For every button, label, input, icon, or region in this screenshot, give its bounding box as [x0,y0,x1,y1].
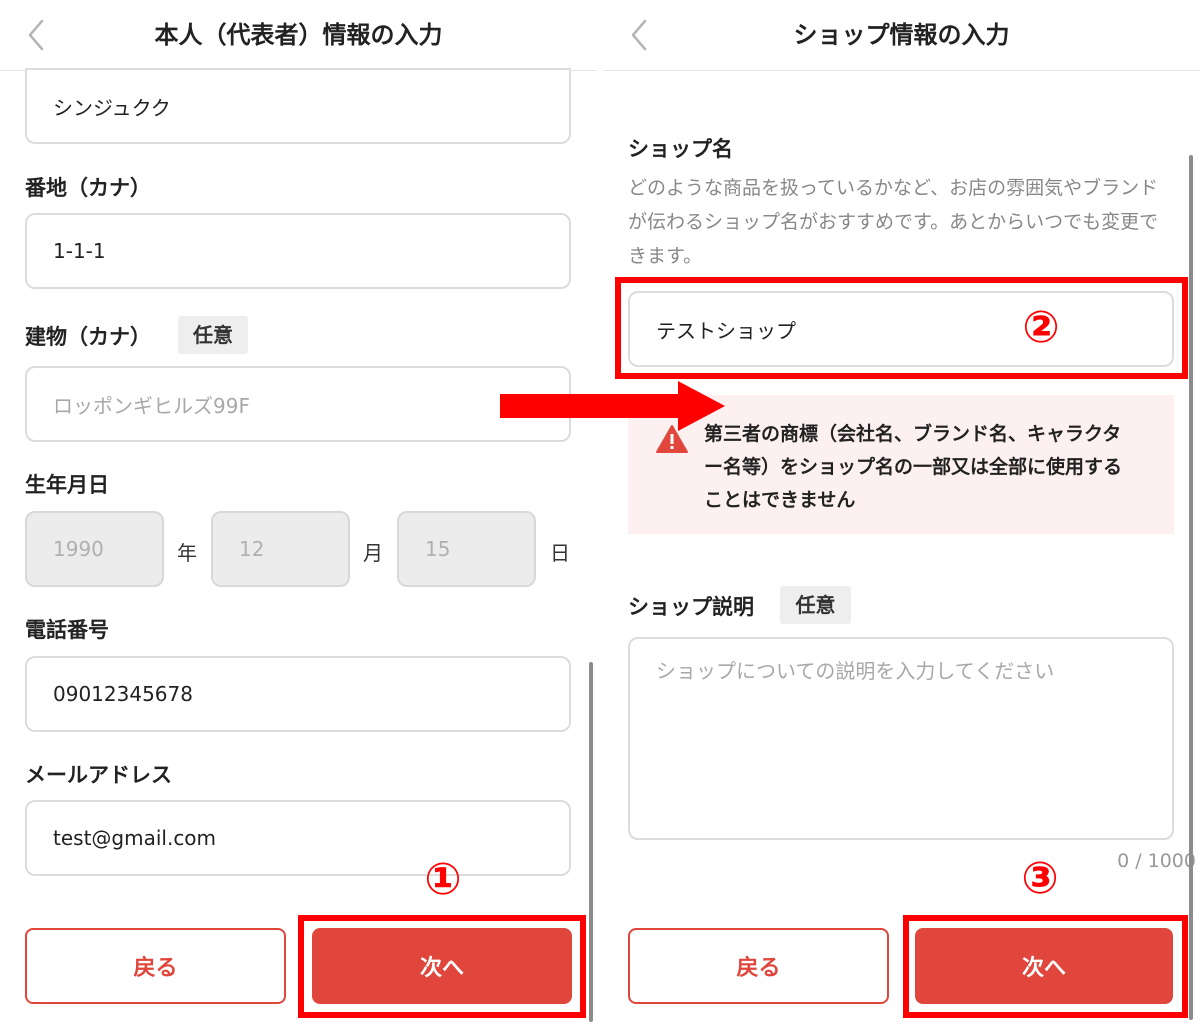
birth-year-field[interactable]: 1990 [25,511,164,587]
town-kana-field[interactable]: シンジュクク [25,68,571,144]
building-kana-field[interactable]: ロッポンギヒルズ99F [25,366,571,442]
day-unit: 日 [550,541,570,565]
phone-field[interactable]: 09012345678 [25,656,571,732]
back-button-label: 戻る [736,956,781,981]
town-kana-value: シンジュクク [53,95,171,120]
optional-badge: 任意 [780,586,851,624]
birthday-label: 生年月日 [25,473,109,497]
shop-description-field[interactable]: ショップについての説明を入力してください [628,637,1174,840]
right-header: ショップ情報の入力 [603,0,1200,71]
birth-month-value: 12 [239,537,265,561]
step-marker-2: ② [1022,302,1060,353]
left-panel: 本人（代表者）情報の入力 シンジュクク 番地（カナ） 1-1-1 建物（カナ） … [0,0,597,1030]
arrow-right-icon [500,381,725,431]
next-button[interactable]: 次へ [915,928,1173,1004]
email-value: test@gmail.com [53,826,217,850]
page-title: 本人（代表者）情報の入力 [154,21,443,49]
phone-value: 09012345678 [53,682,193,706]
char-counter: 0 / 1000 [1117,850,1196,872]
address-kana-value: 1-1-1 [53,239,106,263]
address-kana-field[interactable]: 1-1-1 [25,213,571,289]
back-button-label: 戻る [133,956,178,981]
left-header: 本人（代表者）情報の入力 [0,0,597,71]
right-panel: ショップ情報の入力 ショップ名 どのような商品を扱っているかなど、お店の雰囲気や… [603,0,1200,1030]
building-kana-placeholder: ロッポンギヒルズ99F [53,393,250,418]
optional-badge: 任意 [178,316,248,354]
email-label: メールアドレス [25,763,172,787]
building-kana-label: 建物（カナ） [25,325,151,349]
email-field[interactable]: test@gmail.com [25,800,571,876]
address-kana-label: 番地（カナ） [25,176,151,200]
page-title: ショップ情報の入力 [793,21,1010,49]
shop-description-placeholder: ショップについての説明を入力してください [656,659,1055,683]
back-button[interactable]: 戻る [628,928,889,1004]
step-marker-1: ① [424,854,462,905]
shop-name-label: ショップ名 [628,137,733,161]
scrollbar[interactable] [1189,155,1193,1020]
month-unit: 月 [363,541,383,565]
highlight-box-2 [615,277,1188,379]
warning-text: 第三者の商標（会社名、ブランド名、キャラクター名等）をショップ名の一部又は全部に… [704,423,1123,511]
next-button-label: 次へ [1021,956,1066,981]
birth-year-value: 1990 [53,537,104,561]
shop-description-label: ショップ説明 [628,595,754,619]
birth-month-field[interactable]: 12 [211,511,350,587]
scrollbar[interactable] [589,662,593,1022]
shop-name-help: どのような商品を扱っているかなど、お店の雰囲気やブランドが伝わるショップ名がおす… [628,177,1159,267]
next-button[interactable]: 次へ [312,928,572,1004]
birth-day-value: 15 [425,537,451,561]
back-button[interactable]: 戻る [25,928,286,1004]
birth-day-field[interactable]: 15 [397,511,536,587]
step-marker-3: ③ [1021,853,1059,904]
next-button-label: 次へ [419,956,464,981]
phone-label: 電話番号 [25,618,109,642]
year-unit: 年 [177,541,197,565]
